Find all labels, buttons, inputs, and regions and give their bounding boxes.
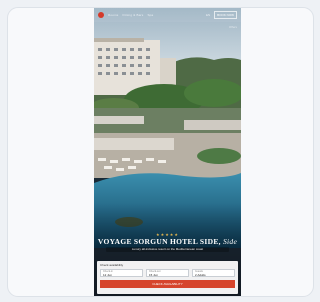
nav-item-dining[interactable]: Dining & Bars (123, 13, 144, 17)
booking-title: Check availability (100, 263, 124, 267)
site-header: Rooms Dining & Bars Spa EN BOOK NOW (94, 8, 241, 22)
offers-link[interactable]: Offers (229, 25, 237, 29)
book-now-button[interactable]: BOOK NOW (214, 11, 237, 19)
checkout-field[interactable]: Check-out 15 Jun (146, 269, 189, 277)
hero-subtitle: Luxury all-inclusive resort on the Medit… (106, 247, 229, 252)
checkin-field[interactable]: Check-in 12 Jun (100, 269, 143, 277)
checkin-value: 12 Jun (103, 272, 113, 277)
booking-fields: Check-in 12 Jun Check-out 15 Jun Guests … (100, 269, 235, 277)
mobile-page-preview[interactable]: Rooms Dining & Bars Spa EN BOOK NOW Offe… (94, 8, 241, 296)
nav-item-rooms[interactable]: Rooms (108, 13, 119, 17)
booking-widget: Check availability Check-in 12 Jun Check… (97, 261, 238, 294)
preview-card: Rooms Dining & Bars Spa EN BOOK NOW Offe… (7, 7, 314, 297)
hotel-logo[interactable] (98, 12, 104, 18)
hero-title: VOYAGE SORGUN HOTEL SIDE, Side (94, 237, 241, 246)
hotel-hero-image (94, 8, 241, 296)
hero-title-main: VOYAGE SORGUN HOTEL SIDE, (97, 237, 221, 246)
check-availability-button[interactable]: CHECK AVAILABILITY (100, 280, 235, 288)
language-selector[interactable]: EN (206, 13, 210, 17)
checkout-value: 15 Jun (149, 272, 159, 277)
guests-value: 2 Adults (195, 272, 206, 277)
guests-field[interactable]: Guests 2 Adults (192, 269, 235, 277)
hero-title-script: Side (223, 237, 238, 246)
nav-item-spa[interactable]: Spa (147, 13, 153, 17)
